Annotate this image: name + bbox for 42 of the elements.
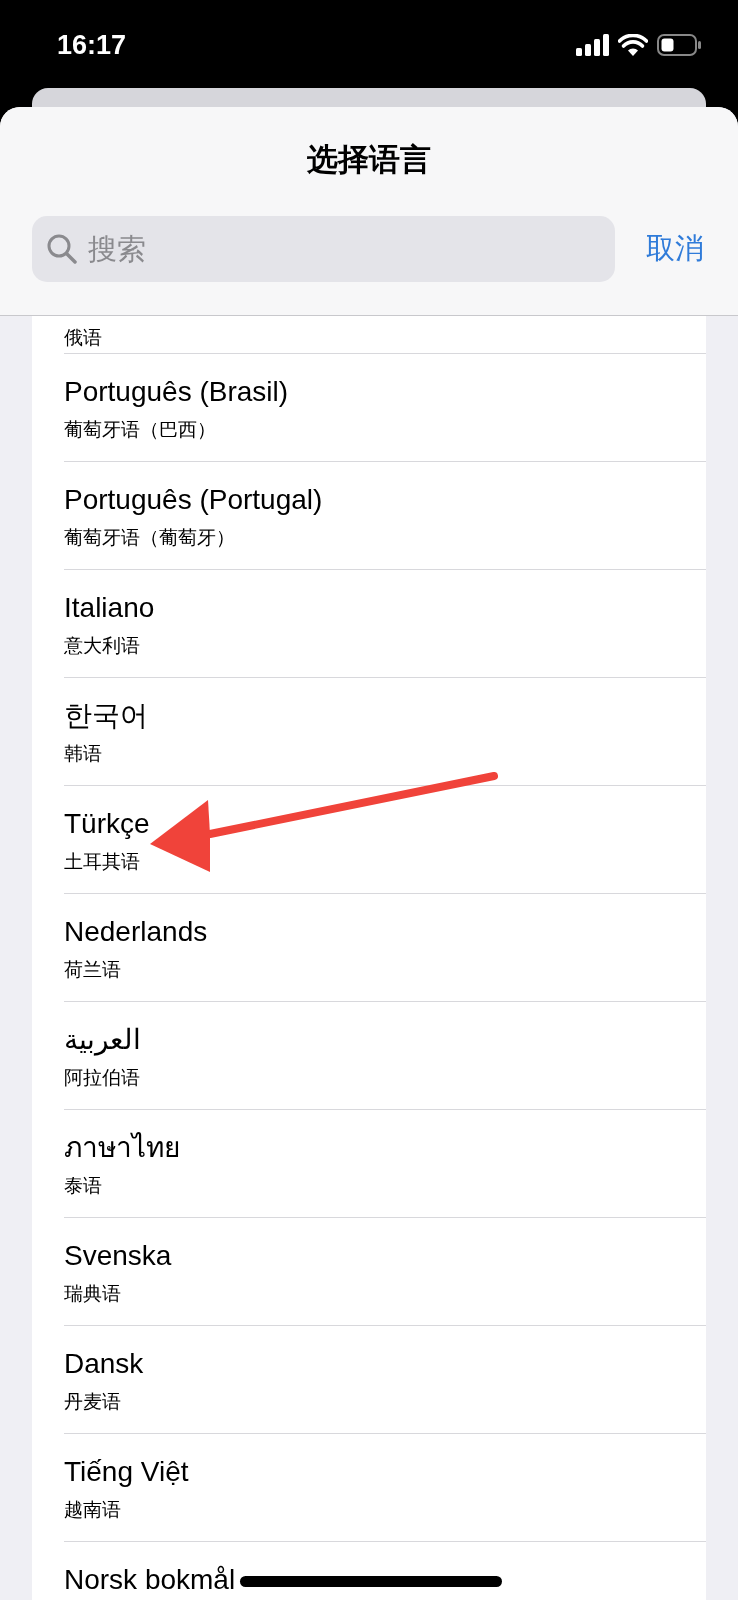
battery-icon <box>657 34 701 56</box>
language-name: Tiếng Việt <box>64 1455 189 1489</box>
language-translation: 泰语 <box>64 1174 102 1198</box>
language-row[interactable]: Svenska 瑞典语 <box>64 1218 706 1326</box>
language-translation: 土耳其语 <box>64 850 140 874</box>
language-row[interactable]: Dansk 丹麦语 <box>64 1326 706 1434</box>
language-translation: 瑞典语 <box>64 1282 121 1306</box>
language-row[interactable]: ภาษาไทย 泰语 <box>64 1110 706 1218</box>
language-row[interactable]: Italiano 意大利语 <box>64 570 706 678</box>
language-translation: 俄语 <box>64 326 102 350</box>
sheet-title: 选择语言 <box>307 141 431 179</box>
language-row[interactable]: 俄语 <box>64 316 706 354</box>
signal-icon <box>576 34 609 56</box>
language-translation: 意大利语 <box>64 634 140 658</box>
language-translation: 葡萄牙语（巴西） <box>64 418 216 442</box>
search-icon <box>46 233 78 265</box>
search-field[interactable]: 搜索 <box>32 216 615 282</box>
language-name: Norsk bokmål <box>64 1563 236 1597</box>
language-row[interactable]: 한국어 韩语 <box>64 678 706 786</box>
language-name: Nederlands <box>64 915 208 949</box>
language-translation: 葡萄牙语（葡萄牙） <box>64 526 235 550</box>
language-translation: 阿拉伯语 <box>64 1066 140 1090</box>
language-translation: 越南语 <box>64 1498 121 1522</box>
cancel-button[interactable]: 取消 <box>646 227 704 271</box>
language-row[interactable]: Tiếng Việt 越南语 <box>64 1434 706 1542</box>
language-row[interactable]: Português (Portugal) 葡萄牙语（葡萄牙） <box>64 462 706 570</box>
language-name: العربية <box>64 1023 141 1058</box>
language-name: Italiano <box>64 591 155 625</box>
language-name: 한국어 <box>64 699 148 733</box>
language-name: Português (Portugal) <box>64 483 323 517</box>
wifi-icon <box>618 34 648 56</box>
language-translation: 丹麦语 <box>64 1390 121 1414</box>
language-name: ภาษาไทย <box>64 1131 180 1165</box>
language-name: Dansk <box>64 1347 144 1381</box>
language-row[interactable]: Nederlands 荷兰语 <box>64 894 706 1002</box>
language-name: Português (Brasil) <box>64 375 289 409</box>
status-time: 16:17 <box>57 28 127 62</box>
language-translation: 韩语 <box>64 742 102 766</box>
language-translation: 荷兰语 <box>64 958 121 982</box>
language-row[interactable]: Português (Brasil) 葡萄牙语（巴西） <box>64 354 706 462</box>
language-name: Svenska <box>64 1239 172 1273</box>
language-name: Türkçe <box>64 807 150 841</box>
